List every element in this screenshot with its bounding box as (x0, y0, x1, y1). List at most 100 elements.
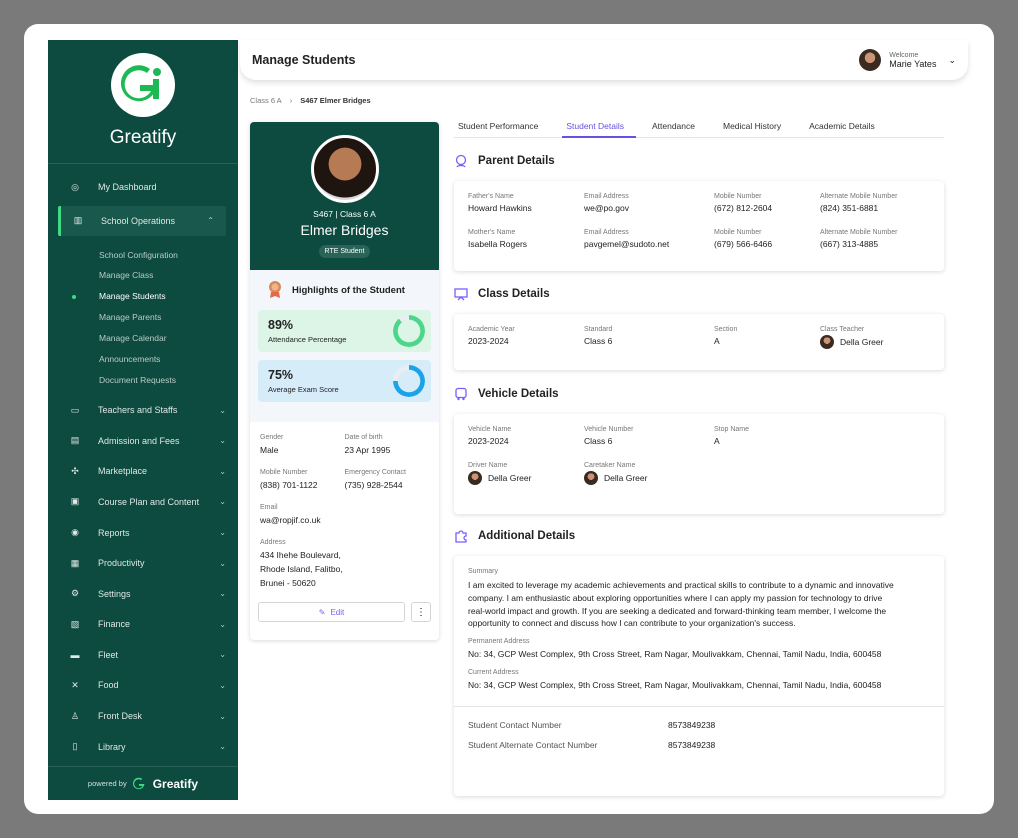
sidebar-item-finance[interactable]: ▧ Finance ⌄ (48, 609, 238, 640)
contact-label: Student Contact Number (468, 720, 562, 731)
sidebar-item-label: Productivity (98, 558, 145, 569)
parent-icon (454, 154, 468, 168)
sidebar-item-library[interactable]: ▯ Library ⌄ (48, 731, 238, 762)
sidebar-item-course-plan-and-content[interactable]: ▣ Course Plan and Content ⌄ (48, 487, 238, 518)
field-value: pavgemel@sudoto.net (584, 238, 714, 251)
breadcrumb-class[interactable]: Class 6 A (250, 96, 282, 105)
user-avatar (859, 49, 882, 71)
submenu-item-document-requests[interactable]: Document Requests (48, 370, 238, 391)
field-text: 2023-2024 (468, 436, 509, 446)
breadcrumb: Class 6 A › S467 Elmer Bridges (250, 96, 371, 105)
field-text: Della Greer (604, 472, 648, 483)
productivity-icon: ▦ (70, 557, 80, 568)
user-menu[interactable]: Welcome Marie Yates ⌄ (859, 49, 956, 71)
greatify-small-logo (132, 777, 145, 789)
vehicle-section-header: Vehicle Details (454, 387, 559, 401)
field: Alternate Mobile Number (824) 351-6881 (820, 193, 930, 215)
field-text: Howard Hawkins (468, 203, 532, 213)
chevron-down-icon: ⌄ (219, 589, 226, 599)
field-label: Caretaker Name (584, 462, 636, 469)
powered-brand: Greatify (152, 776, 199, 791)
pencil-icon: ✎ (318, 607, 326, 617)
profile-info: Gender Male Date of birth 23 Apr 1995 Mobi… (250, 422, 439, 590)
sidebar-item-fleet[interactable]: ▬ Fleet ⌄ (48, 640, 238, 671)
field-text: pavgemel@sudoto.net (584, 239, 670, 249)
field-text: A (714, 336, 720, 346)
submenu-item-announcements[interactable]: Announcements (48, 349, 238, 370)
powered-by-text: powered by (87, 779, 127, 788)
food-icon: ✕ (71, 679, 79, 690)
submenu-item-manage-calendar[interactable]: Manage Calendar (48, 328, 238, 349)
field-label: Section (714, 326, 738, 333)
marketplace-icon: ✣ (71, 465, 79, 476)
address-line-3: Brunei - 50620 (260, 578, 316, 588)
field-text: (824) 351-6881 (820, 203, 879, 213)
medal-icon (266, 280, 284, 301)
chevron-down-icon[interactable]: ⌄ (948, 55, 956, 66)
attendance-ring (393, 315, 425, 347)
field-text: Class 6 (584, 436, 613, 446)
tab-student-details[interactable]: Student Details (562, 116, 636, 138)
sidebar-item-reports[interactable]: ◉ Reports ⌄ (48, 517, 238, 548)
avatar (820, 335, 834, 349)
puzzle-icon (454, 529, 468, 543)
alt-contact-value: 8573849238 (668, 740, 716, 751)
field-value: (672) 812-2604 (714, 202, 820, 215)
field-label: Mother's Name (468, 229, 516, 236)
powered-by: powered by Greatify (48, 766, 238, 800)
edit-label: Edit (330, 607, 345, 617)
chevron-down-icon: ⌄ (219, 680, 226, 690)
sidebar-item-label: Food (98, 680, 119, 691)
address-line-2: Rhode Island, Falitbo, (260, 564, 343, 574)
chevron-down-icon: ⌄ (219, 528, 226, 537)
tab-medical-history[interactable]: Medical History (719, 116, 793, 138)
attendance-value: 89% (268, 318, 294, 332)
sidebar-item-school-operations[interactable]: ▥ School Operations ⌃ (58, 205, 226, 236)
field-label: Academic Year (468, 326, 515, 333)
more-options-button[interactable]: ⋮ (411, 602, 431, 622)
sidebar-item-label: Teachers and Staffs (98, 405, 178, 416)
greatify-logo (111, 53, 175, 117)
current-address: No: 34, GCP West Complex, 9th Cross Stre… (468, 680, 882, 691)
sidebar-item-food[interactable]: ✕ Food ⌄ (48, 670, 238, 701)
tab-student-performance[interactable]: Student Performance (454, 116, 550, 138)
tab-attendance[interactable]: Attendance (648, 116, 707, 138)
tab-academic-details[interactable]: Academic Details (805, 116, 887, 138)
sidebar-item-productivity[interactable]: ▦ Productivity ⌄ (48, 548, 238, 579)
attendance-label: Attendance Percentage (268, 335, 347, 344)
parent-details-card: Father's Name Howard Hawkins Email Address… (454, 181, 944, 271)
field-value: Isabella Rogers (468, 238, 584, 251)
permanent-address: No: 34, GCP West Complex, 9th Cross Stre… (468, 649, 882, 660)
class-section-header: Class Details (454, 287, 550, 301)
edit-button[interactable]: ✎ Edit (258, 602, 405, 622)
field: Mobile Number (679) 566-6466 (714, 229, 820, 251)
sidebar-item-teachers-and-staffs[interactable]: ▭ Teachers and Staffs ⌄ (48, 395, 238, 426)
vehicle-details-card: Vehicle Name 2023-2024 Vehicle Number Class… (454, 414, 944, 514)
submenu-item-manage-parents[interactable]: Manage Parents (48, 307, 238, 328)
chevron-right-icon: › (289, 96, 293, 105)
field: Vehicle Name 2023-2024 (468, 426, 584, 448)
sidebar-item-front-desk[interactable]: ♙ Front Desk ⌄ (48, 701, 238, 732)
mobile-value: (838) 701-1122 (260, 480, 318, 490)
highlights-title: Highlights of the Student (292, 285, 405, 296)
additional-title: Additional Details (478, 530, 576, 542)
field-text: (672) 812-2604 (714, 203, 773, 213)
dob-value: 23 Apr 1995 (344, 445, 391, 455)
additional-details-card: Summary I am excited to leverage my acad… (454, 556, 944, 796)
field-value: (679) 566-6466 (714, 238, 820, 251)
sidebar-item-label: Course Plan and Content (98, 496, 200, 507)
exam-value: 75% (268, 368, 294, 382)
sidebar-item-marketplace[interactable]: ✣ Marketplace ⌄ (48, 456, 238, 487)
sidebar-item-settings[interactable]: ⚙ Settings ⌄ (48, 578, 238, 609)
field-text: Class 6 (584, 336, 613, 346)
submenu-item-manage-students[interactable]: Manage Students (48, 286, 238, 307)
field-label: Father's Name (468, 193, 514, 200)
sidebar-item-admission-and-fees[interactable]: ▤ Admission and Fees ⌄ (48, 425, 238, 456)
submenu-item-school-configuration[interactable]: School Configuration (48, 245, 238, 266)
alt-contact-row: Student Alternate Contact Number 85738492… (468, 735, 930, 755)
school-icon: ▥ (73, 215, 83, 226)
field-label: Mobile Number (714, 193, 762, 200)
sidebar-item-my-dashboard[interactable]: ◎ My Dashboard (48, 172, 238, 203)
submenu-item-manage-class[interactable]: Manage Class (48, 265, 238, 286)
field-label: Email Address (584, 229, 629, 236)
